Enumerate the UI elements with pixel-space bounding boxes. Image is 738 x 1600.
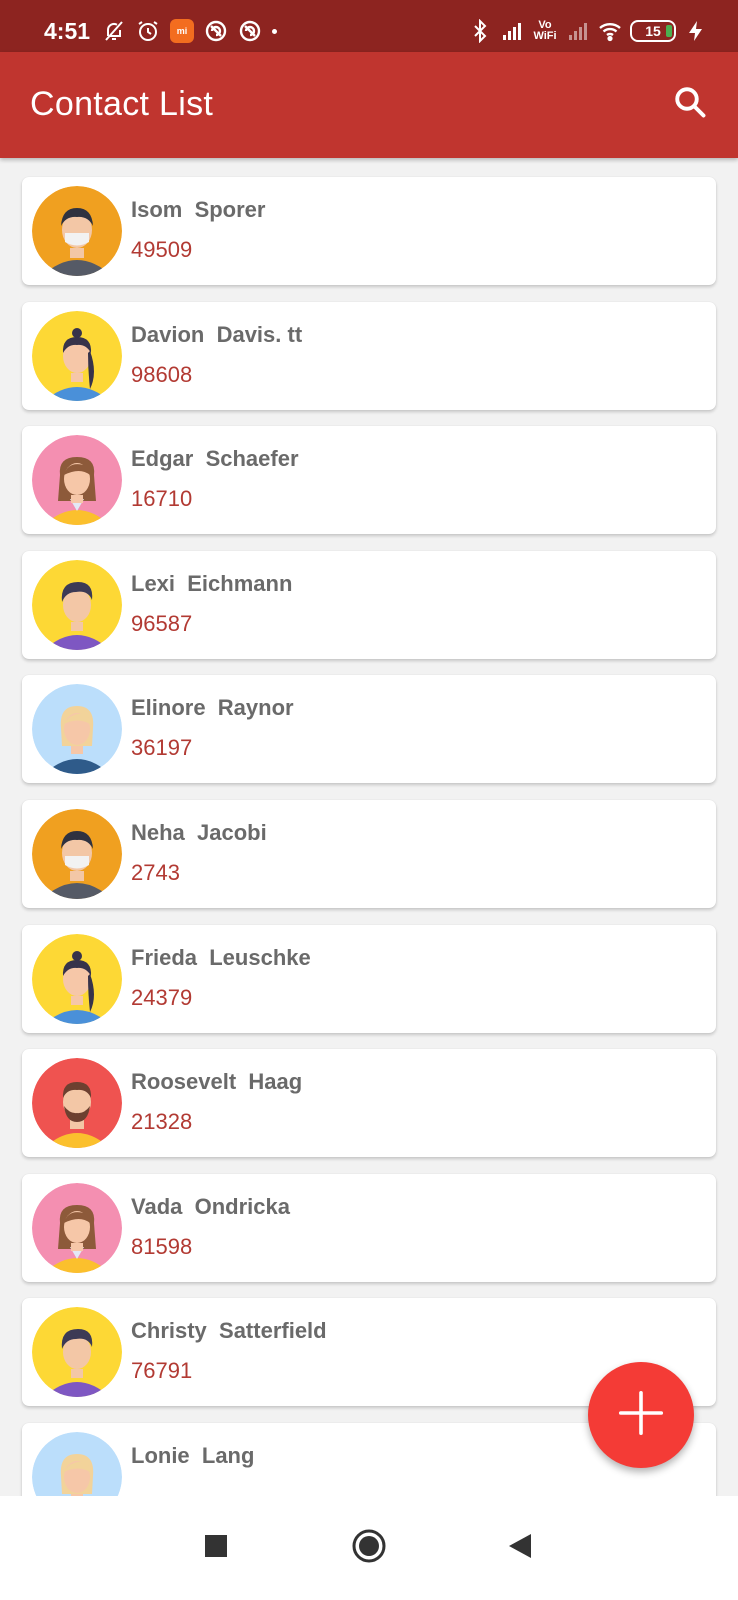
- recent-apps-icon: [204, 1534, 228, 1563]
- muted-bell-icon: [102, 19, 126, 43]
- contact-card[interactable]: Edgar Schaefer 16710: [22, 426, 716, 535]
- contact-number: 36197: [131, 735, 193, 761]
- back-button[interactable]: [500, 1528, 540, 1568]
- charging-icon: [684, 19, 708, 43]
- wifi-icon: [598, 19, 622, 43]
- contact-name: Elinore Raynor: [131, 695, 294, 721]
- sync-icon: [238, 19, 262, 43]
- vowifi-icon: Vo WiFi: [532, 20, 558, 42]
- avatar: [32, 1058, 122, 1149]
- app-bar: Contact List: [0, 52, 738, 158]
- contact-card[interactable]: Roosevelt Haag 21328: [22, 1049, 716, 1158]
- avatar: [32, 310, 122, 401]
- contact-name: Vada Ondricka: [131, 1193, 290, 1219]
- contact-number: 98608: [131, 361, 193, 387]
- contact-number: 76791: [131, 1358, 193, 1384]
- status-system-icons: Vo WiFi 15: [468, 17, 708, 45]
- avatar: [32, 1307, 122, 1398]
- avatar: [32, 684, 122, 775]
- home-button[interactable]: [349, 1528, 389, 1568]
- contact-card[interactable]: Isom Sporer 49509: [22, 177, 716, 285]
- home-icon: [351, 1528, 387, 1569]
- page-title: Contact List: [30, 85, 214, 123]
- alarm-icon: [136, 19, 160, 43]
- battery-level: 15: [645, 23, 661, 39]
- contact-name: Roosevelt Haag: [131, 1069, 303, 1095]
- battery-icon: 15: [630, 20, 676, 42]
- contact-name: Neha Jacobi: [131, 820, 267, 845]
- search-button[interactable]: [668, 82, 712, 126]
- contact-card[interactable]: Lexi Eichmann 96587: [22, 550, 716, 659]
- signal-icon: [500, 19, 524, 43]
- avatar: [32, 1182, 122, 1273]
- contact-name: Isom Sporer: [131, 197, 266, 222]
- contact-card[interactable]: Neha Jacobi 2743: [22, 800, 716, 908]
- contact-card[interactable]: Elinore Raynor 36197: [22, 675, 716, 784]
- avatar: [32, 435, 122, 526]
- contact-number: 21328: [131, 1109, 193, 1135]
- plus-icon: [614, 1386, 668, 1445]
- contact-name: Davion Davis. tt: [131, 321, 303, 347]
- contact-number: 16710: [131, 486, 193, 512]
- contact-name: Christy Satterfield: [131, 1318, 327, 1344]
- contact-name: Edgar Schaefer: [131, 446, 299, 472]
- avatar: [32, 1432, 122, 1496]
- contact-number: 24379: [131, 984, 193, 1010]
- dot-icon: [272, 28, 277, 34]
- contact-list[interactable]: Isom Sporer 49509 Davion Davis. tt 98608 Edg…: [0, 158, 738, 1496]
- contact-number: 81598: [131, 1233, 193, 1259]
- status-time: 4:51: [44, 18, 91, 44]
- recent-apps-button[interactable]: [196, 1528, 236, 1568]
- mi-app-icon: mi: [170, 19, 194, 43]
- contact-card[interactable]: Vada Ondricka 81598: [22, 1173, 716, 1282]
- avatar: [32, 933, 122, 1024]
- sync-icon: [204, 19, 228, 43]
- contact-number: 49509: [131, 237, 193, 262]
- search-icon: [672, 84, 708, 125]
- contact-name: Lexi Eichmann: [131, 570, 293, 596]
- bluetooth-icon: [468, 19, 492, 43]
- back-icon: [507, 1532, 533, 1565]
- contact-name: Frieda Leuschke: [131, 944, 311, 970]
- vowifi-label-bottom: WiFi: [533, 30, 557, 42]
- battery-fill: [666, 25, 672, 37]
- avatar: [32, 559, 122, 650]
- contact-number: 96587: [131, 610, 193, 636]
- contact-card[interactable]: Davion Davis. tt 98608: [22, 301, 716, 410]
- avatar: [32, 186, 122, 276]
- status-notification-icons: mi: [102, 18, 277, 44]
- contact-card[interactable]: Frieda Leuschke 24379: [22, 924, 716, 1033]
- status-bar: 4:51 mi Vo WiFi 15: [0, 0, 738, 52]
- add-contact-button[interactable]: [588, 1362, 694, 1468]
- avatar: [32, 809, 122, 899]
- signal-icon: [566, 19, 590, 43]
- contact-number: 2743: [131, 860, 180, 885]
- system-nav-bar: [0, 1496, 738, 1600]
- contact-name: Lonie Lang: [131, 1443, 255, 1468]
